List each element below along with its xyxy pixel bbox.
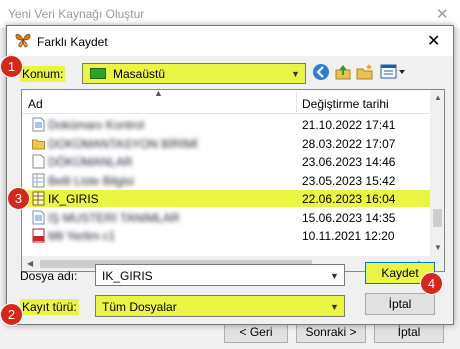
up-folder-icon[interactable] (334, 63, 354, 83)
filename-label: Dosya adı: (20, 269, 78, 283)
scroll-up-icon[interactable]: ▲ (434, 93, 442, 102)
file-icon (32, 154, 45, 169)
view-menu-icon[interactable] (380, 63, 410, 83)
location-label: Konum: (20, 66, 66, 82)
file-modified-date: 23.05.2023 15:42 (302, 173, 396, 188)
folder-icon (32, 136, 45, 151)
file-list[interactable]: ▲ Ad Değiştirme tarihi Dokümanı Kontrol 2… (21, 89, 445, 272)
document-icon (32, 210, 45, 225)
file-modified-date: 10.11.2021 12:20 (302, 229, 395, 243)
filename-field[interactable]: IK_GIRIS ▼ (95, 264, 345, 286)
file-list-header: ▲ Ad Değiştirme tarihi (22, 90, 430, 114)
annotation-badge-4: 4 (420, 272, 443, 295)
filename-value: IK_GIRIS (102, 269, 153, 283)
pdf-icon (32, 228, 45, 243)
chevron-down-icon: ▼ (330, 302, 339, 312)
sort-up-icon: ▲ (154, 89, 163, 98)
file-name: İŞ MUSTERİ TANIMLAR (48, 210, 180, 225)
butterfly-icon (15, 32, 31, 51)
new-folder-icon[interactable] (356, 63, 376, 83)
file-name: Dokümanı Kontrol (48, 118, 145, 132)
save-as-dialog: Farklı Kaydet ✕ Konum: Masaüstü ▼ ▲ Ad D… (6, 25, 454, 325)
spreadsheet-icon (32, 173, 45, 188)
back-arrow-icon[interactable] (312, 63, 332, 83)
file-name: DOKÜMANTASYON BİRİMİ (48, 136, 198, 151)
filetype-value: Tüm Dosyalar (102, 300, 177, 314)
file-row[interactable]: IK_GIRIS 22.06.2023 16:04 (22, 190, 430, 207)
file-row[interactable]: Belli Liste Bilgisi 23.05.2023 15:42 (22, 172, 430, 189)
annotation-badge-2: 2 (0, 303, 23, 326)
vertical-scroll-thumb[interactable] (433, 209, 442, 227)
file-name: Belli Liste Bilgisi (48, 173, 135, 188)
file-row[interactable]: Mil Yerlim c1 10.11.2021 12:20 (22, 227, 430, 244)
chevron-down-icon[interactable]: ▼ (330, 271, 339, 281)
file-name: Mil Yerlim c1 (48, 229, 116, 243)
file-row[interactable]: İŞ MUSTERİ TANIMLAR 15.06.2023 14:35 (22, 209, 430, 226)
column-header-modified[interactable]: Değiştirme tarihi (302, 97, 389, 111)
file-modified-date: 22.06.2023 16:04 (302, 192, 396, 206)
file-row[interactable]: Dokümanı Kontrol 21.10.2022 17:41 (22, 116, 430, 133)
scroll-left-icon[interactable]: ◀ (27, 259, 33, 268)
annotation-badge-3: 3 (7, 187, 30, 210)
table-icon (32, 191, 45, 206)
scroll-down-icon[interactable]: ▼ (434, 243, 442, 252)
file-modified-date: 28.03.2022 17:07 (302, 136, 396, 151)
annotation-badge-1: 1 (0, 55, 23, 78)
location-value: Masaüstü (113, 67, 166, 81)
filetype-label: Kayıt türü: (20, 299, 79, 315)
background-window-titlebar: Yeni Veri Kaynağı Oluştur ✕ (0, 0, 460, 28)
file-name: DÖKÜMANLAR (48, 155, 133, 169)
dialog-title: Farklı Kaydet (37, 35, 108, 49)
desktop-icon (90, 68, 106, 79)
file-modified-date: 23.06.2023 14:46 (302, 155, 396, 169)
background-close-icon[interactable]: ✕ (436, 5, 449, 23)
cancel-button[interactable]: İptal (365, 293, 435, 315)
chevron-down-icon: ▼ (291, 69, 300, 79)
file-modified-date: 21.10.2022 17:41 (302, 118, 396, 132)
file-modified-date: 15.06.2023 14:35 (302, 210, 396, 225)
location-combobox[interactable]: Masaüstü ▼ (82, 63, 306, 84)
file-row[interactable]: DÖKÜMANLAR 23.06.2023 14:46 (22, 153, 430, 170)
dialog-titlebar: Farklı Kaydet ✕ (7, 26, 453, 56)
column-header-name[interactable]: Ad (28, 97, 43, 111)
file-name: IK_GIRIS (48, 192, 99, 206)
column-divider (296, 92, 297, 112)
background-window-title: Yeni Veri Kaynağı Oluştur (8, 7, 145, 21)
filetype-combobox[interactable]: Tüm Dosyalar ▼ (95, 295, 345, 317)
vertical-scrollbar[interactable]: ▲ ▼ (430, 90, 444, 256)
dialog-close-icon[interactable]: ✕ (427, 31, 440, 51)
document-icon (32, 117, 45, 132)
file-row[interactable]: DOKÜMANTASYON BİRİMİ 28.03.2022 17:07 (22, 135, 430, 152)
